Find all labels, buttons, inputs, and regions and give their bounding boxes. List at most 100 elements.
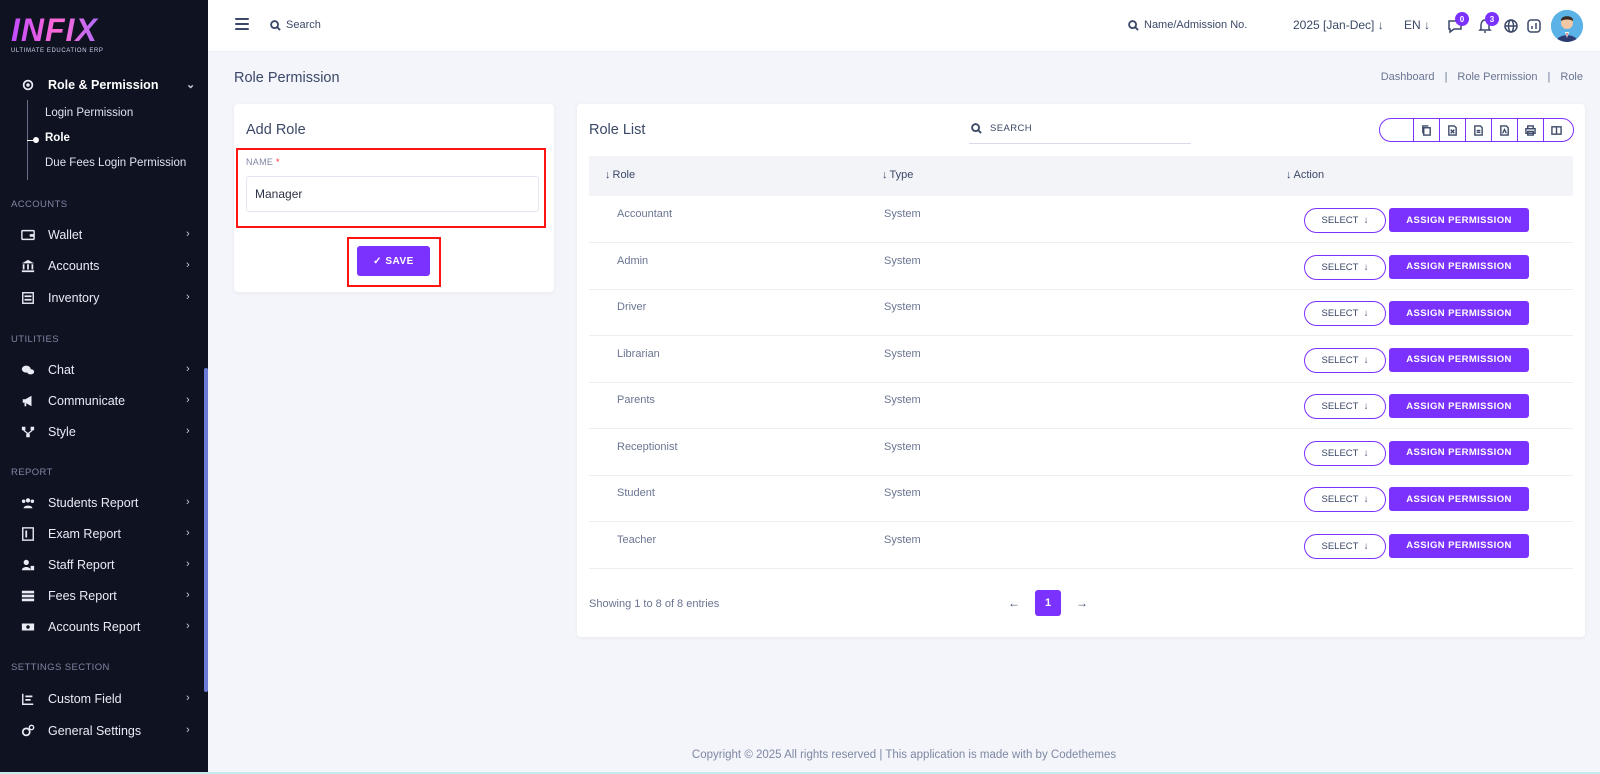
previous-page-icon[interactable]: ←	[1007, 596, 1021, 610]
table-row: Teacher System SELECT ↓ ASSIGN PERMISSION	[589, 522, 1573, 569]
select-dropdown-button[interactable]: SELECT ↓	[1304, 347, 1386, 373]
select-dropdown-button[interactable]: SELECT ↓	[1304, 440, 1386, 466]
arrow-down-icon: ↓	[1358, 215, 1369, 226]
csv-button[interactable]	[1465, 119, 1491, 141]
select-dropdown-button[interactable]: SELECT ↓	[1304, 301, 1386, 326]
select-button-label: SELECT	[1321, 540, 1359, 552]
admission-search-label: Name/Admission No.	[1144, 19, 1248, 31]
columns-icon	[1551, 125, 1562, 135]
sidebar-item-accounts-report[interactable]: Accounts Report ›	[20, 616, 196, 638]
analytics-button[interactable]	[1526, 18, 1542, 34]
type-cell: System	[884, 208, 921, 220]
arrow-down-icon: ↓	[1358, 308, 1369, 319]
chat-button[interactable]: 0	[1447, 12, 1469, 34]
copy-icon	[1422, 124, 1431, 136]
assign-permission-button[interactable]: ASSIGN PERMISSION	[1389, 440, 1529, 465]
sidebar-subitem-login-permission[interactable]: Login Permission	[45, 107, 133, 119]
assign-permission-button[interactable]: ASSIGN PERMISSION	[1389, 347, 1529, 372]
user-avatar[interactable]	[1551, 10, 1583, 42]
app-logo[interactable]: INFIX ULTIMATE EDUCATION ERP	[11, 14, 104, 54]
exam-icon	[20, 527, 36, 541]
sidebar-item-accounts[interactable]: Accounts ›	[20, 255, 196, 277]
assign-permission-button[interactable]: ASSIGN PERMISSION	[1389, 254, 1529, 279]
menu-toggle-icon[interactable]	[235, 18, 249, 30]
sidebar-item-label: Communicate	[48, 394, 126, 408]
sidebar-item-label: Role & Permission	[48, 78, 159, 92]
copy-button[interactable]	[1413, 119, 1439, 141]
role-list-card: Role List SEARCH ↓ Role ↓ Type ↓ Action Acc…	[577, 104, 1585, 637]
sidebar-item-label: Inventory	[48, 291, 100, 305]
sidebar-item-students-report[interactable]: Students Report ›	[20, 492, 196, 514]
sidebar-item-inventory[interactable]: Inventory ›	[20, 287, 196, 309]
sidebar-subitem-due-fees-login-permission[interactable]: Due Fees Login Permission	[45, 157, 186, 169]
style-icon	[20, 425, 36, 439]
assign-permission-button[interactable]: ASSIGN PERMISSION	[1389, 208, 1529, 232]
sidebar-item-fees-report[interactable]: Fees Report ›	[20, 585, 196, 607]
column-header-label: Role	[612, 169, 636, 181]
arrow-down-icon: ↓	[1358, 261, 1369, 273]
breadcrumb-role-permission[interactable]: Role Permission	[1457, 71, 1537, 83]
language-select[interactable]: EN ↓	[1404, 18, 1430, 32]
sidebar-subitem-role[interactable]: Role	[45, 132, 70, 144]
assign-permission-button[interactable]: ASSIGN PERMISSION	[1389, 394, 1529, 418]
csv-icon	[1474, 124, 1483, 136]
chevron-right-icon: ›	[186, 692, 190, 704]
global-search[interactable]: Search	[270, 19, 321, 31]
chevron-right-icon: ›	[186, 291, 190, 303]
analytics-icon	[1527, 19, 1541, 33]
sidebar-item-staff-report[interactable]: Staff Report ›	[20, 554, 196, 576]
sidebar-item-general-settings[interactable]: General Settings ›	[20, 720, 196, 742]
select-dropdown-button[interactable]: SELECT ↓	[1304, 208, 1386, 233]
notification-button[interactable]: 3	[1477, 12, 1499, 34]
page-title: Role Permission	[234, 70, 340, 86]
role-search-input[interactable]: SEARCH	[969, 114, 1191, 144]
chat-badge: 0	[1455, 12, 1469, 26]
page-button-current[interactable]: 1	[1035, 590, 1061, 616]
chevron-right-icon: ›	[186, 228, 190, 240]
arrow-down-icon: ↓	[1358, 354, 1369, 366]
notification-badge: 3	[1485, 12, 1499, 26]
select-dropdown-button[interactable]: SELECT ↓	[1304, 487, 1386, 512]
breadcrumb-dashboard[interactable]: Dashboard	[1381, 71, 1435, 83]
arrow-down-icon: ↓	[1358, 401, 1369, 412]
column-header-action[interactable]: ↓ Action	[1286, 169, 1324, 181]
sidebar-item-exam-report[interactable]: Exam Report ›	[20, 523, 196, 545]
wallet-icon	[20, 228, 36, 242]
sidebar-item-communicate[interactable]: Communicate ›	[20, 390, 196, 412]
select-dropdown-button[interactable]: SELECT ↓	[1304, 394, 1386, 419]
print-button[interactable]	[1517, 119, 1543, 141]
sidebar-item-role-permission[interactable]: Role & Permission ⌄	[20, 74, 196, 96]
sidebar-item-wallet[interactable]: Wallet ›	[20, 224, 196, 246]
column-visibility-button[interactable]	[1543, 119, 1569, 141]
cog-user-icon	[20, 78, 36, 92]
search-icon	[971, 123, 982, 134]
role-search-placeholder: SEARCH	[990, 123, 1032, 134]
type-cell: System	[884, 487, 921, 499]
fees-icon	[20, 589, 36, 603]
website-button[interactable]	[1503, 18, 1519, 34]
column-header-role[interactable]: ↓ Role	[605, 169, 635, 181]
sidebar-item-custom-field[interactable]: Custom Field ›	[20, 688, 196, 710]
pdf-button[interactable]	[1491, 119, 1517, 141]
chevron-right-icon: ›	[186, 589, 190, 601]
chat-icon	[20, 363, 36, 377]
sidebar-scrollbar[interactable]	[204, 368, 208, 692]
sidebar-item-chat[interactable]: Chat ›	[20, 359, 196, 381]
sidebar-item-style[interactable]: Style ›	[20, 421, 196, 443]
breadcrumb-separator: |	[1444, 71, 1448, 83]
next-page-icon[interactable]: →	[1075, 596, 1089, 610]
select-dropdown-button[interactable]: SELECT ↓	[1304, 254, 1386, 280]
assign-permission-button[interactable]: ASSIGN PERMISSION	[1389, 301, 1529, 325]
assign-permission-button[interactable]: ASSIGN PERMISSION	[1389, 533, 1529, 558]
academic-year-select[interactable]: 2025 [Jan-Dec] ↓	[1293, 18, 1384, 32]
admission-search[interactable]: Name/Admission No.	[1128, 19, 1247, 31]
type-cell: System	[884, 440, 921, 453]
role-list-title: Role List	[589, 122, 646, 138]
excel-button[interactable]	[1439, 119, 1465, 141]
staff-icon	[20, 558, 36, 572]
assign-permission-button[interactable]: ASSIGN PERMISSION	[1389, 487, 1529, 511]
column-header-type[interactable]: ↓ Type	[882, 169, 913, 181]
table-row: Accountant System SELECT ↓ ASSIGN PERMISSIO…	[589, 196, 1573, 243]
chevron-right-icon: ›	[186, 724, 190, 736]
select-dropdown-button[interactable]: SELECT ↓	[1304, 533, 1386, 559]
